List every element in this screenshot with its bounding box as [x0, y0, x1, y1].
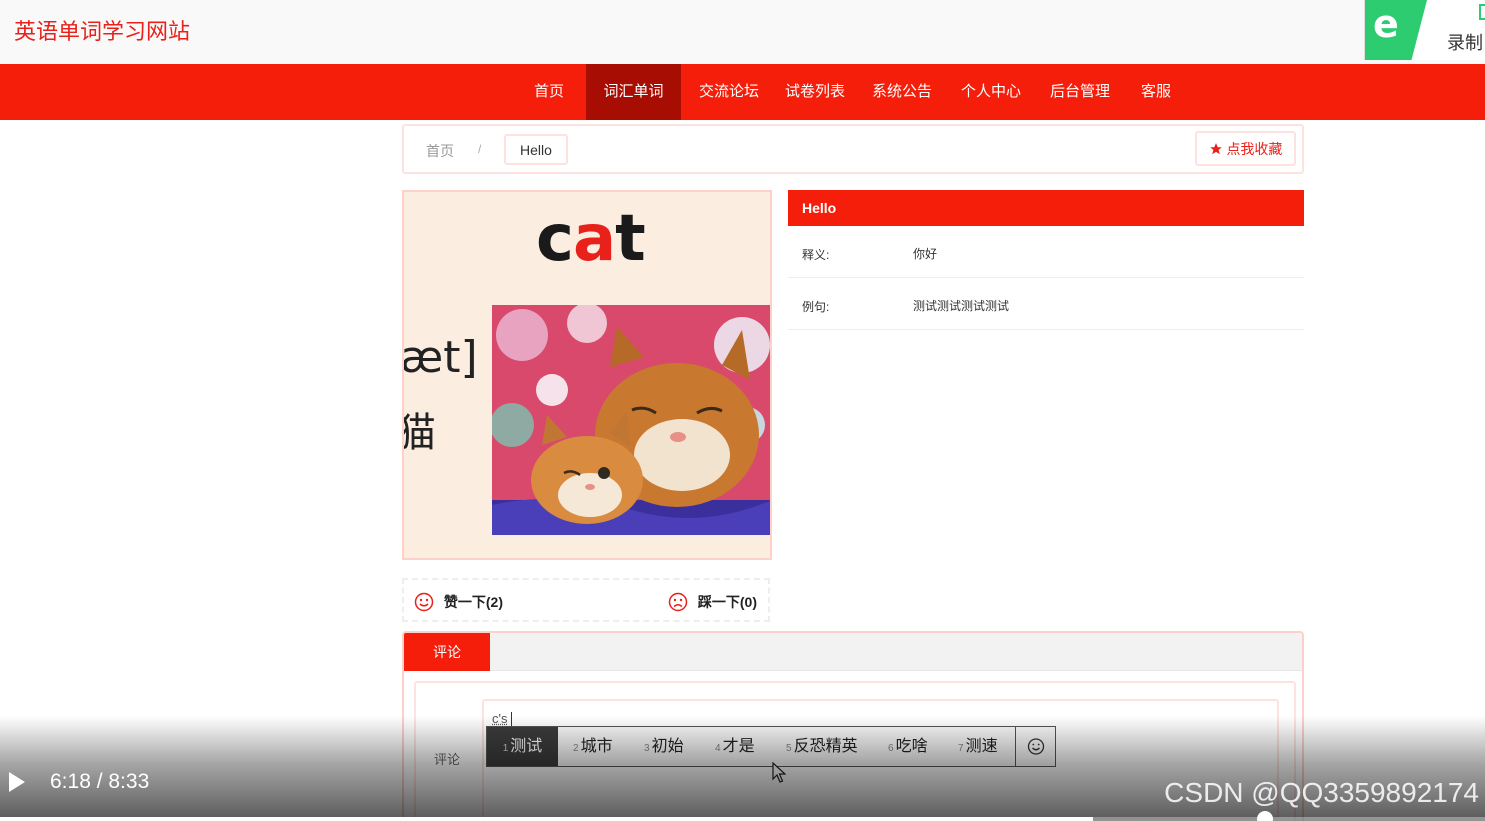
breadcrumb-separator: / — [478, 142, 481, 156]
breadcrumb-current: Hello — [504, 134, 568, 165]
image-word-text: cat — [536, 202, 645, 276]
meaning-value: 你好 — [913, 245, 937, 262]
ime-candidate-7[interactable]: 7 测速 — [958, 727, 998, 766]
nav-item-exam-list[interactable]: 试卷列表 — [778, 64, 852, 120]
word-detail-panel: Hello 释义: 你好 例句: 测试测试测试测试 — [788, 190, 1304, 330]
site-title[interactable]: 英语单词学习网站 — [14, 14, 190, 46]
smile-icon — [414, 592, 434, 612]
recorder-e-icon: e — [1373, 2, 1399, 46]
video-progress-handle[interactable] — [1257, 811, 1273, 821]
play-icon[interactable] — [7, 771, 27, 793]
dislike-label: 踩一下(0) — [698, 594, 757, 610]
comment-tab-strip: 评论 — [404, 633, 1302, 671]
ime-candidate-num: 1 — [503, 743, 509, 754]
example-label: 例句: — [802, 298, 829, 315]
ime-candidate-text: 反恐精英 — [794, 738, 858, 755]
nav-item-user-center[interactable]: 个人中心 — [954, 64, 1028, 120]
ime-candidate-num: 6 — [888, 743, 894, 754]
word-title: Hello — [788, 190, 1304, 226]
nav-item-support[interactable]: 客服 — [1132, 64, 1180, 120]
video-progress-fill — [0, 817, 1093, 821]
image-phonetic: æt] — [402, 332, 478, 383]
ime-emoji-button[interactable] — [1015, 727, 1055, 766]
image-word-a: a — [573, 202, 615, 276]
ime-candidate-text: 测试 — [510, 738, 542, 755]
ime-candidate-text: 测速 — [966, 738, 998, 755]
nav-item-home[interactable]: 首页 — [522, 64, 576, 120]
ime-candidate-text: 吃啥 — [896, 738, 928, 755]
favorite-label: 点我收藏 — [1226, 141, 1282, 157]
emoji-icon — [1016, 727, 1056, 766]
ime-candidate-num: 2 — [573, 743, 579, 754]
recorder-label: 录制 — [1447, 29, 1483, 55]
video-time: 6:18 / 8:33 — [50, 770, 149, 794]
ime-candidate-text: 城市 — [581, 738, 613, 755]
nav-item-forum[interactable]: 交流论坛 — [692, 64, 766, 120]
watermark: CSDN @QQ3359892174 — [1164, 777, 1479, 809]
meaning-row: 释义: 你好 — [788, 226, 1304, 278]
ime-candidate-6[interactable]: 6 吃啥 — [888, 727, 928, 766]
nav-item-vocabulary[interactable]: 词汇单词 — [586, 64, 681, 120]
like-label: 赞一下(2) — [444, 594, 503, 610]
comment-field-label: 评论 — [434, 749, 460, 768]
comment-input-text: c's — [492, 711, 507, 726]
frown-icon — [668, 592, 688, 612]
star-icon — [1209, 142, 1223, 156]
recorder-status-icon — [1479, 4, 1485, 20]
ime-candidate-num: 3 — [644, 743, 650, 754]
ime-candidate-3[interactable]: 3 初始 — [644, 727, 684, 766]
image-word-t: t — [615, 202, 645, 276]
breadcrumb: 首页 / Hello 点我收藏 — [402, 124, 1304, 174]
ime-candidate-2[interactable]: 2 城市 — [573, 727, 613, 766]
ime-candidate-text: 才是 — [723, 738, 755, 755]
ime-candidate-text: 初始 — [652, 738, 684, 755]
screen-recorder-widget[interactable]: e 录制 — [1364, 0, 1485, 60]
example-value: 测试测试测试测试 — [913, 297, 1009, 314]
meaning-label: 释义: — [802, 246, 829, 263]
like-button[interactable]: 赞一下(2) — [414, 591, 503, 611]
tab-comments[interactable]: 评论 — [404, 633, 490, 671]
image-word-c: c — [536, 202, 573, 276]
favorite-button[interactable]: 点我收藏 — [1195, 131, 1296, 166]
cat-illustration — [492, 305, 772, 535]
example-row: 例句: 测试测试测试测试 — [788, 278, 1304, 330]
main-nav: 首页 词汇单词 交流论坛 试卷列表 系统公告 个人中心 后台管理 客服 — [0, 64, 1485, 120]
mouse-cursor-icon — [772, 762, 786, 784]
dislike-button[interactable]: 踩一下(0) — [668, 591, 757, 611]
site-header: 英语单词学习网站 — [0, 0, 1485, 64]
ime-candidate-num: 4 — [715, 743, 721, 754]
ime-candidate-num: 7 — [958, 743, 964, 754]
text-caret — [511, 712, 512, 726]
breadcrumb-home-link[interactable]: 首页 — [426, 141, 454, 161]
ime-candidate-bar: 1 测试 2 城市 3 初始 4 才是 5 反恐精英 6 吃啥 7 测速 — [486, 726, 1056, 767]
ime-candidate-5[interactable]: 5 反恐精英 — [786, 727, 858, 766]
nav-item-admin[interactable]: 后台管理 — [1043, 64, 1117, 120]
word-image: cat æt] 猫 — [402, 190, 772, 560]
ime-candidate-num: 5 — [786, 743, 792, 754]
reaction-bar: 赞一下(2) 踩一下(0) — [402, 578, 770, 622]
image-chinese-word: 猫 — [402, 400, 436, 458]
ime-candidate-4[interactable]: 4 才是 — [715, 727, 755, 766]
nav-item-announcements[interactable]: 系统公告 — [865, 64, 939, 120]
ime-candidate-1[interactable]: 1 测试 — [487, 727, 558, 766]
